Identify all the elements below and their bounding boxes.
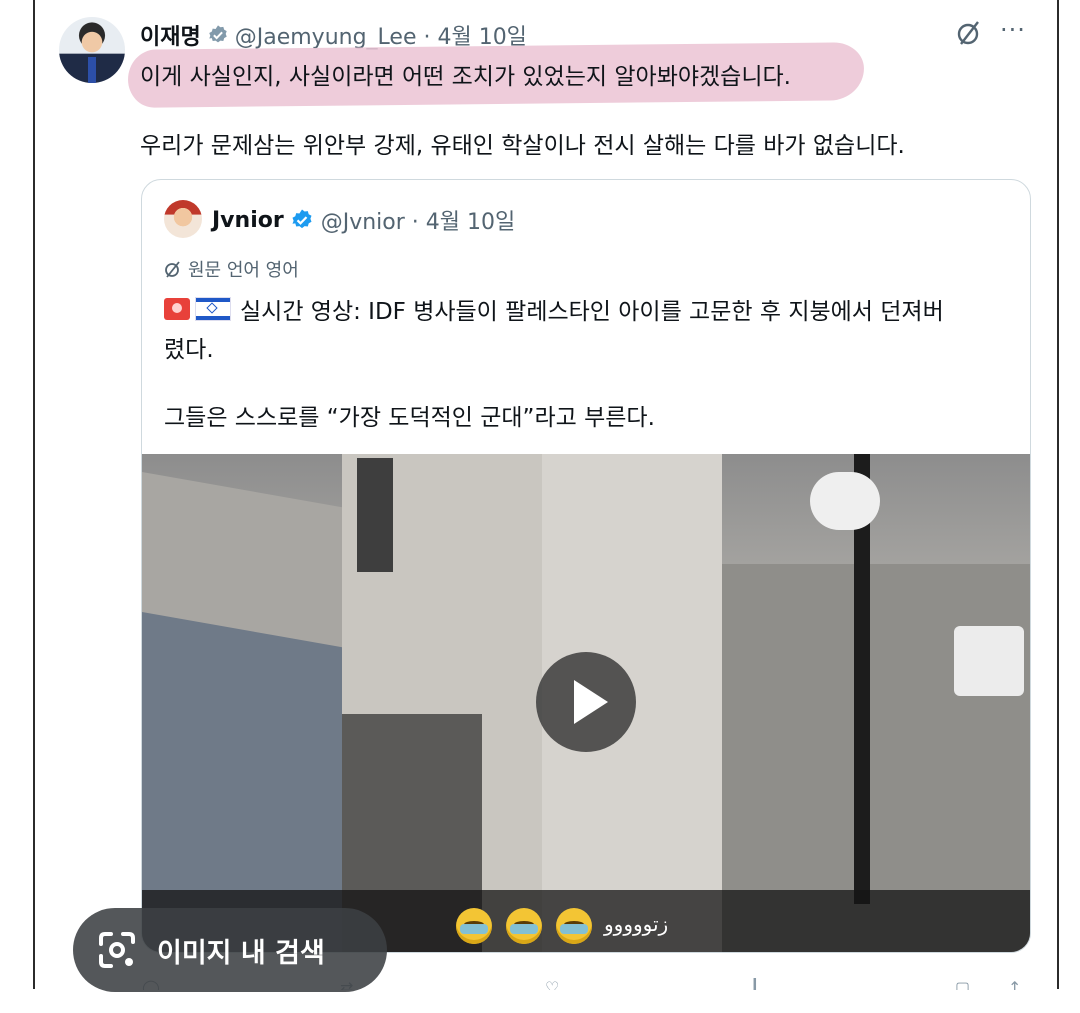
- crying-emoji-icon: [556, 908, 592, 944]
- lens-camera-icon: [99, 932, 135, 968]
- verified-blue-icon: [292, 209, 312, 229]
- crying-emoji-icon: [456, 908, 492, 944]
- video-caption-text: زتووووو: [604, 912, 669, 936]
- quoted-author-name[interactable]: Jvnior: [212, 208, 284, 233]
- right-border: [1057, 0, 1059, 989]
- video-tank: [810, 472, 880, 530]
- author-avatar[interactable]: [59, 17, 125, 83]
- left-border: [33, 0, 35, 989]
- video-window: [357, 458, 393, 572]
- quoted-text-line2: 렸다.: [164, 337, 214, 363]
- translate-icon: [165, 261, 180, 278]
- author-name[interactable]: 이재명: [140, 19, 201, 51]
- play-icon[interactable]: [536, 652, 636, 752]
- grok-icon[interactable]: [955, 19, 983, 47]
- israel-flag-icon: [196, 298, 230, 320]
- bottom-crop: [0, 990, 1080, 1013]
- translate-row[interactable]: 원문 언어 영어: [164, 256, 299, 282]
- quoted-header: Jvnior @Jvnior · 4월 10일: [212, 204, 515, 236]
- quoted-text-line1: 실시간 영상: IDF 병사들이 팔레스타인 아이를 고문한 후 지붕에서 던져…: [240, 299, 944, 325]
- translate-label: 원문 언어 영어: [188, 260, 299, 281]
- crying-emoji-icon: [506, 908, 542, 944]
- siren-emoji-icon: [164, 298, 190, 320]
- quoted-tweet[interactable]: Jvnior @Jvnior · 4월 10일 원문 언어 영어 실시간 영상:…: [141, 179, 1031, 953]
- lens-search-button[interactable]: 이미지 내 검색: [73, 908, 387, 992]
- video-ac-unit: [954, 626, 1024, 696]
- quoted-author-avatar[interactable]: [164, 200, 202, 238]
- quoted-handle-date[interactable]: @Jvnior · 4월 10일: [321, 204, 516, 236]
- tweet-text-line2: 우리가 문제삼는 위안부 강제, 유태인 학살이나 전시 살해는 다를 바가 없…: [140, 133, 905, 159]
- video-player[interactable]: زتووووو: [142, 454, 1030, 952]
- tweet-text-line1: 이게 사실인지, 사실이라면 어떤 조치가 있었는지 알아봐야겠습니다.: [140, 64, 791, 90]
- more-icon[interactable]: ···: [1000, 16, 1026, 44]
- quoted-text-line1-row: 실시간 영상: IDF 병사들이 팔레스타인 아이를 고문한 후 지붕에서 던져…: [164, 292, 944, 326]
- lens-search-label: 이미지 내 검색: [157, 937, 325, 969]
- verified-gray-icon: [209, 25, 227, 43]
- quoted-text-line3: 그들은 스스로를 “가장 도덕적인 군대”라고 부른다.: [164, 405, 655, 431]
